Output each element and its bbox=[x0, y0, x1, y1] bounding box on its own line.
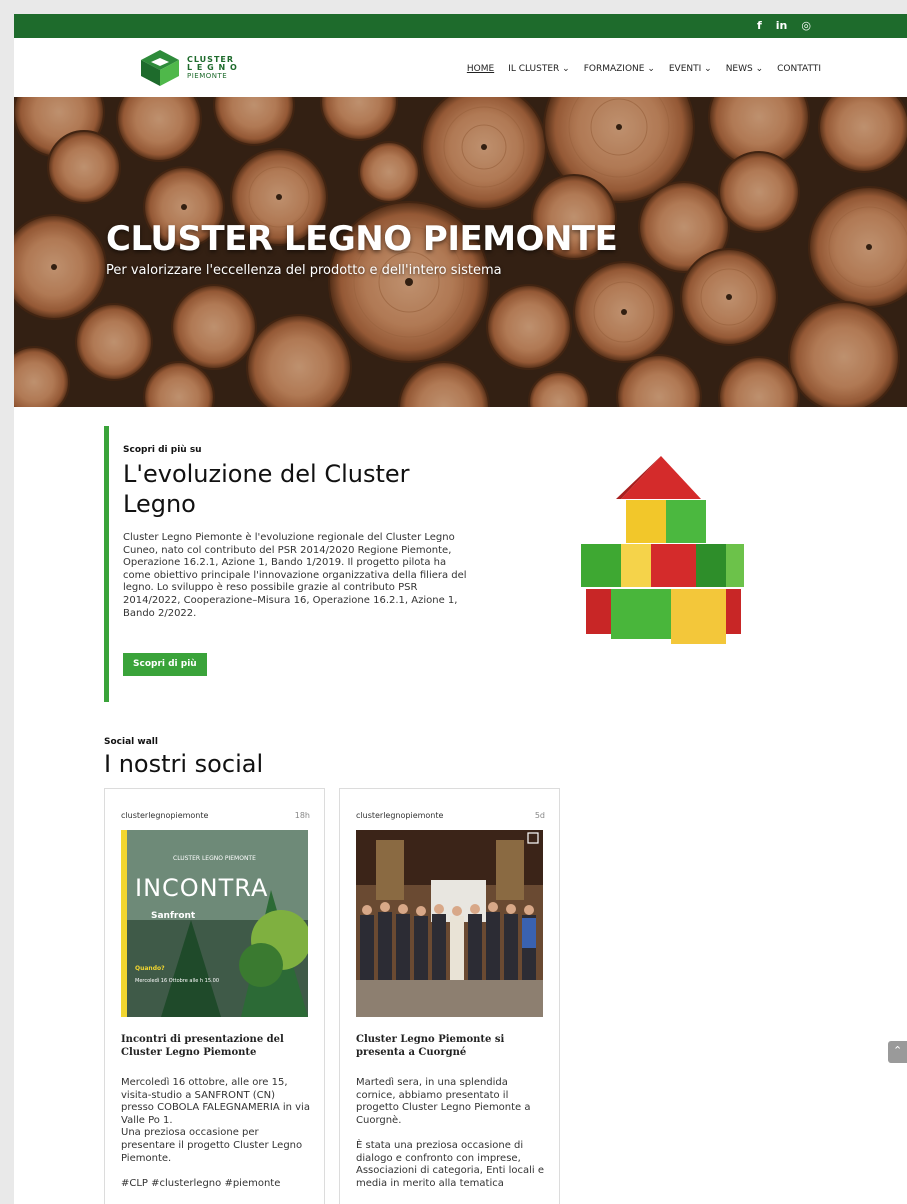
hero-subtitle: Per valorizzare l'eccellenza del prodott… bbox=[106, 263, 502, 278]
about-body: Cluster Legno Piemonte è l'evoluzione re… bbox=[123, 532, 467, 619]
facebook-icon[interactable]: f bbox=[757, 18, 762, 34]
main-nav: HOME IL CLUSTER ⌄ FORMAZIONE ⌄ EVENTI ⌄ … bbox=[467, 64, 821, 74]
nav-news[interactable]: NEWS ⌄ bbox=[726, 64, 763, 74]
top-bar: f in ◎ bbox=[14, 14, 907, 38]
logo-line-2: L E G N O bbox=[187, 63, 238, 72]
poster-place: Sanfront bbox=[151, 911, 196, 921]
nav-eventi[interactable]: EVENTI ⌄ bbox=[669, 64, 712, 74]
poster-headline: INCONTRA bbox=[135, 874, 268, 902]
linkedin-icon[interactable]: in bbox=[776, 18, 788, 34]
site-header: CLUSTER L E G N O PIEMONTE HOME IL CLUST… bbox=[14, 38, 907, 97]
nav-contatti[interactable]: CONTATTI bbox=[777, 64, 821, 74]
scopri-di-piu-button[interactable]: Scopri di più bbox=[123, 653, 207, 676]
nav-il-cluster[interactable]: IL CLUSTER ⌄ bbox=[508, 64, 570, 74]
page: f in ◎ CLUSTER L E G N O PIEMONTE HOME I… bbox=[14, 14, 907, 1204]
poster-when-value: Mercoledì 16 Ottobre alle h 15.00 bbox=[135, 977, 219, 984]
post-title[interactable]: Cluster Legno Piemonte si presenta a Cuo… bbox=[356, 1033, 546, 1059]
poster-brand: CLUSTER LEGNO PIEMONTE bbox=[173, 855, 256, 862]
post-username[interactable]: clusterlegnopiemonte bbox=[356, 811, 443, 820]
social-wall-title: I nostri social bbox=[104, 750, 264, 778]
post-image[interactable] bbox=[356, 830, 543, 1017]
cluster-logo-icon bbox=[141, 50, 179, 86]
about-section: Scopri di più su L'evoluzione del Cluste… bbox=[104, 426, 489, 702]
post-username[interactable]: clusterlegnopiemonte bbox=[121, 811, 208, 820]
nav-formazione[interactable]: FORMAZIONE ⌄ bbox=[584, 64, 655, 74]
social-wall-kicker: Social wall bbox=[104, 737, 158, 747]
social-post-card[interactable]: clusterlegnopiemonte 5d Cluster Legno Pi… bbox=[339, 788, 560, 1204]
post-body: Mercoledì 16 ottobre, alle ore 15, visit… bbox=[121, 1077, 310, 1189]
incontra-poster-image: CLUSTER LEGNO PIEMONTE INCONTRA Sanfront… bbox=[121, 830, 308, 1017]
instagram-icon[interactable]: ◎ bbox=[801, 18, 811, 34]
post-title[interactable]: Incontri di presentazione del Cluster Le… bbox=[121, 1033, 311, 1059]
post-image[interactable]: CLUSTER LEGNO PIEMONTE INCONTRA Sanfront… bbox=[121, 830, 308, 1017]
hero-banner: CLUSTER LEGNO PIEMONTE Per valorizzare l… bbox=[14, 97, 907, 407]
about-title: L'evoluzione del Cluster Legno bbox=[123, 460, 410, 518]
logo-text: CLUSTER L E G N O PIEMONTE bbox=[187, 56, 238, 81]
back-to-top-button[interactable]: ⌃ bbox=[888, 1041, 907, 1063]
chevron-up-icon: ⌃ bbox=[893, 1044, 903, 1057]
group-photo-image bbox=[356, 830, 543, 1017]
social-links: f in ◎ bbox=[757, 18, 811, 34]
nav-home[interactable]: HOME bbox=[467, 64, 494, 74]
wooden-blocks-image bbox=[581, 456, 744, 644]
poster-when-label: Quando? bbox=[135, 965, 165, 972]
hero-title: CLUSTER LEGNO PIEMONTE bbox=[106, 219, 618, 259]
logo-line-3: PIEMONTE bbox=[187, 72, 228, 80]
post-time: 5d bbox=[534, 811, 545, 820]
site-logo[interactable]: CLUSTER L E G N O PIEMONTE bbox=[139, 48, 238, 88]
post-body: Martedì sera, in una splendida cornice, … bbox=[356, 1077, 545, 1189]
post-time: 18h bbox=[294, 811, 310, 820]
social-post-card[interactable]: clusterlegnopiemonte 18h CLUSTER LEGNO P… bbox=[104, 788, 325, 1204]
about-kicker: Scopri di più su bbox=[123, 445, 202, 455]
